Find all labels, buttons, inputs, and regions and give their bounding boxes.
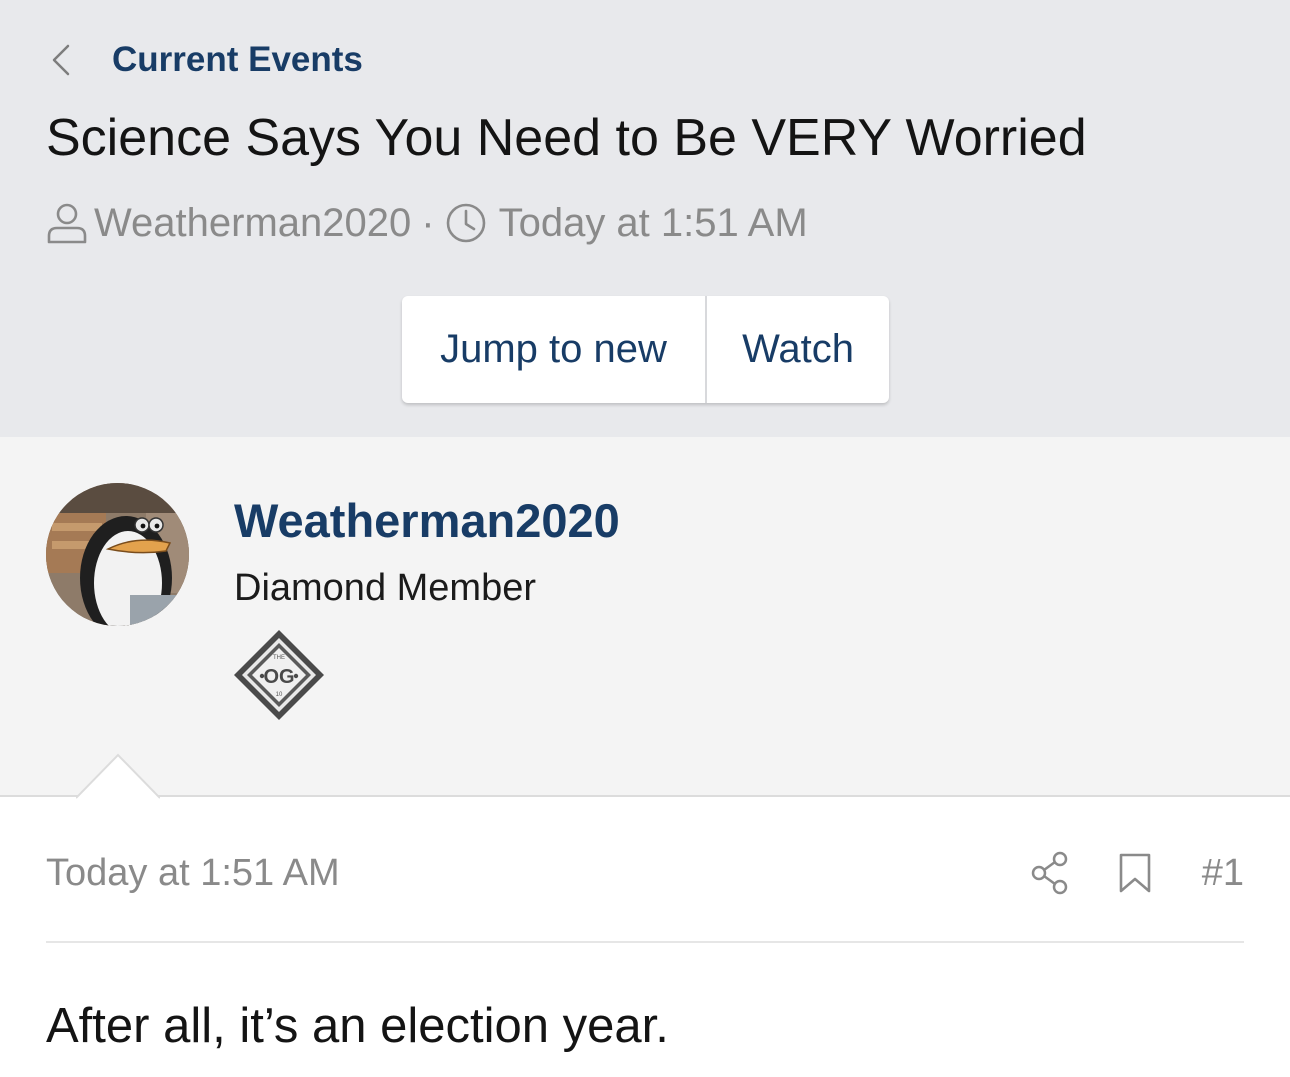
breadcrumb[interactable]: Current Events <box>48 38 363 82</box>
post-time-link[interactable]: Today at 1:51 AM <box>46 852 1030 895</box>
user-title: Diamond Member <box>234 567 536 609</box>
user-icon <box>47 203 87 244</box>
post-author-panel: Weatherman2020 Diamond Member THE OG 10 <box>0 437 1290 797</box>
post-number-link[interactable]: #1 <box>1202 852 1244 895</box>
chevron-left-icon[interactable] <box>48 42 72 78</box>
clock-icon <box>446 203 485 243</box>
watch-button[interactable]: Watch <box>707 296 889 403</box>
meta-separator: · <box>421 200 435 245</box>
bookmark-icon[interactable] <box>1118 852 1152 894</box>
thread-header: Current Events Science Says You Need to … <box>0 0 1290 437</box>
thread-meta: Weatherman2020 · Today at 1:51 AM <box>46 197 808 249</box>
avatar[interactable] <box>46 483 189 626</box>
badge-bottom-text: 10 <box>276 692 283 698</box>
post-meta-row: Today at 1:51 AM #1 <box>46 850 1244 896</box>
share-icon[interactable] <box>1030 851 1070 895</box>
jump-to-new-button[interactable]: Jump to new <box>402 296 707 403</box>
og-badge-icon: THE OG 10 <box>234 630 324 720</box>
post-pointer-arrow <box>76 753 160 799</box>
post-username-link[interactable]: Weatherman2020 <box>234 493 620 548</box>
badge-main-text: OG <box>263 666 294 688</box>
badge-top-text: THE <box>273 655 285 661</box>
thread-title: Science Says You Need to Be VERY Worried <box>46 109 1087 167</box>
thread-author-link[interactable]: Weatherman2020 <box>94 201 411 246</box>
thread-time-link[interactable]: Today at 1:51 AM <box>499 201 808 246</box>
avatar-image <box>46 483 189 626</box>
post-body-text: After all, it’s an election year. <box>46 999 669 1053</box>
post-divider <box>46 941 1244 943</box>
breadcrumb-link[interactable]: Current Events <box>112 40 363 80</box>
thread-actions: Jump to new Watch <box>402 296 889 403</box>
